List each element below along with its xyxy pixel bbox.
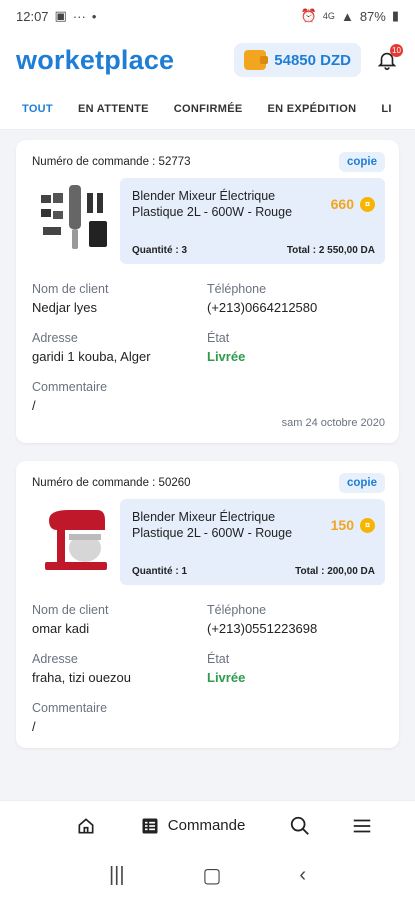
order-card: Numéro de commande : 50260 copie Blender… [16, 461, 399, 748]
bottom-nav: Commande [0, 800, 415, 850]
balance-pill[interactable]: 54850 DZD [234, 43, 361, 77]
coin-icon: ¤ [360, 517, 375, 533]
comment-label: Commentaire [32, 380, 108, 394]
product-box[interactable]: Blender Mixeur Électrique Plastique 2L -… [120, 499, 385, 585]
balance-amount: 54850 DZD [274, 51, 351, 69]
nav-commande-label: Commande [167, 817, 246, 834]
product-box[interactable]: Blender Mixeur Électrique Plastique 2L -… [120, 178, 385, 264]
orders-list: Numéro de commande : 52773 copie Blender… [0, 130, 415, 748]
quantity: Quantité : 3 [132, 245, 188, 256]
notifications-button[interactable]: 10 [373, 44, 403, 74]
quantity: Quantité : 1 [132, 566, 188, 577]
status-tabs: TOUT EN ATTENTE CONFIRMÉE EN EXPÉDITION … [0, 88, 415, 130]
menu-icon [353, 819, 371, 832]
product-image [32, 499, 118, 585]
client-label: Nom de client [32, 282, 109, 296]
messages-icon: ··· [72, 8, 86, 24]
app-title: worketplace [16, 44, 175, 75]
product-image [32, 178, 118, 264]
dot-icon: • [91, 8, 97, 24]
phone-number[interactable]: (+213)0551223698 [207, 621, 385, 636]
notification-badge: 10 [390, 44, 403, 57]
orders-list-icon [142, 818, 158, 833]
wallet-icon [244, 50, 269, 70]
copy-button[interactable]: copie [338, 473, 385, 493]
battery-icon: ▮ [391, 8, 399, 23]
address-value: garidi 1 kouba, Alger [32, 349, 151, 364]
back-icon[interactable]: ‹ [299, 864, 306, 887]
order-number: Numéro de commande : 52773 [32, 156, 191, 168]
network-label: 4G [322, 11, 335, 21]
order-card: Numéro de commande : 52773 copie Blender… [16, 140, 399, 443]
comment-label: Commentaire [32, 701, 108, 715]
tab-en-expedition[interactable]: EN EXPÉDITION [268, 103, 357, 115]
phone-label: Téléphone [207, 603, 267, 617]
phone-number[interactable]: (+213)0664212580 [207, 300, 385, 315]
tab-confirmee[interactable]: CONFIRMÉE [174, 103, 243, 115]
gallery-icon: ▣ [54, 8, 67, 23]
signal-icon: ▲ [340, 8, 354, 24]
search-icon [291, 816, 310, 835]
stand-mixer-icon [45, 510, 107, 570]
copy-button[interactable]: copie [338, 152, 385, 172]
nav-search[interactable] [289, 815, 311, 837]
nav-commande[interactable]: Commande [135, 809, 250, 842]
address-label: Adresse [32, 331, 78, 345]
system-nav-bar: ||| ▢ ‹ [0, 850, 415, 900]
product-name: Blender Mixeur Électrique Plastique 2L -… [132, 189, 293, 219]
alarm-icon: ⏰ [300, 8, 317, 23]
tab-livree[interactable]: LI [381, 103, 391, 115]
home-button-icon[interactable]: ▢ [203, 863, 222, 888]
comment-value: / [32, 398, 36, 413]
client-label: Nom de client [32, 603, 109, 617]
battery-level: 87% [359, 8, 386, 24]
tab-tout[interactable]: TOUT [22, 103, 53, 115]
tab-en-attente[interactable]: EN ATTENTE [78, 103, 149, 115]
points-value: 150 [330, 517, 354, 533]
total: Total : 2 550,00 DA [286, 245, 375, 256]
address-value: fraha, tizi ouezou [32, 670, 132, 685]
app-header: worketplace 54850 DZD 10 [0, 32, 415, 88]
nav-home[interactable] [76, 816, 96, 836]
status-badge: Livrée [207, 349, 246, 364]
comment-value: / [32, 719, 36, 734]
product-name: Blender Mixeur Électrique Plastique 2L -… [132, 510, 293, 540]
home-icon [78, 817, 94, 833]
address-label: Adresse [32, 652, 78, 666]
status-bar: 12:07 ▣ ··· • ⏰ 4G ▲ 87% ▮ [0, 0, 415, 32]
points: 150 ¤ [331, 509, 375, 541]
phone-label: Téléphone [207, 282, 267, 296]
recent-apps-icon[interactable]: ||| [109, 864, 125, 887]
client-name: omar kadi [32, 621, 90, 636]
nav-menu[interactable] [351, 815, 373, 837]
points: 660 ¤ [331, 188, 375, 220]
order-number: Numéro de commande : 50260 [32, 477, 191, 489]
order-date: sam 24 octobre 2020 [281, 417, 385, 429]
state-label: État [207, 652, 230, 666]
grooming-kit-icon [41, 185, 107, 249]
status-badge: Livrée [207, 670, 246, 685]
state-label: État [207, 331, 230, 345]
client-name: Nedjar lyes [32, 300, 98, 315]
status-time: 12:07 [16, 8, 49, 24]
total: Total : 200,00 DA [295, 566, 375, 577]
points-value: 660 [330, 196, 354, 212]
coin-icon: ¤ [360, 196, 375, 212]
